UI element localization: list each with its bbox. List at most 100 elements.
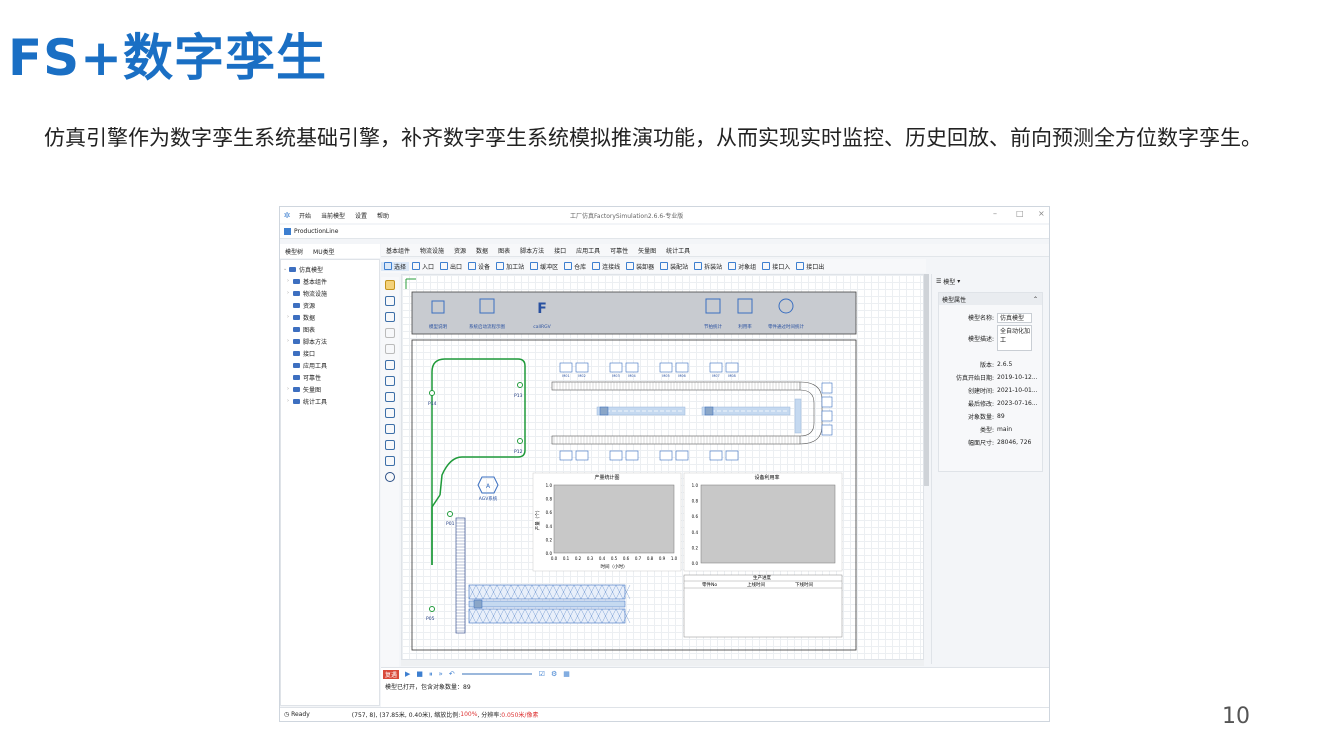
ribbon-tab-data[interactable]: 数据 [471, 246, 493, 255]
move-icon[interactable] [385, 456, 395, 466]
tree-item[interactable]: › 矢量图 [283, 383, 377, 395]
canvas-vertical-scrollbar[interactable] [924, 274, 929, 486]
ribbon-tab-resources[interactable]: 资源 [449, 246, 471, 255]
machine [709, 450, 723, 461]
node-p14[interactable] [429, 390, 435, 396]
rgv-vehicle[interactable] [599, 406, 609, 416]
model-name-label: 模型名称: [967, 315, 994, 322]
table-icon[interactable]: ▦ [563, 670, 570, 678]
rgv-vehicle[interactable] [704, 406, 714, 416]
menu-help[interactable]: 帮助 [372, 211, 394, 220]
node-p12[interactable] [517, 438, 523, 444]
undo-icon[interactable]: ↶ [449, 670, 455, 678]
tree-item[interactable]: › 脚本方法 [283, 335, 377, 347]
ribbon-tab-stats[interactable]: 统计工具 [661, 246, 695, 255]
document-icon[interactable] [385, 424, 395, 434]
step-icon[interactable]: ⏸ [429, 670, 433, 679]
menu-current-model[interactable]: 当前模型 [316, 211, 350, 220]
stacker-crane[interactable] [473, 599, 483, 609]
save-as-icon[interactable] [385, 312, 395, 322]
panel-view-selector[interactable]: ☰ 模型 ▾ [932, 274, 1049, 288]
tree-item-root[interactable]: ⌄ 仿真模型 [283, 263, 377, 275]
tool-buffer[interactable]: 缓冲区 [527, 262, 561, 271]
machine [609, 362, 623, 373]
ribbon-tab-scripts[interactable]: 脚本方法 [515, 246, 549, 255]
tool-equipment[interactable]: 设备 [465, 262, 493, 271]
settings-icon[interactable] [385, 360, 395, 370]
checkbox-icon[interactable]: ☑ [539, 670, 545, 678]
play-icon[interactable]: ▶ [405, 670, 410, 678]
x-axis-label: 时间（小时） [601, 563, 628, 570]
stop-icon[interactable]: ■ [416, 670, 423, 678]
machine [675, 450, 689, 461]
save-icon[interactable] [385, 296, 395, 306]
menu-start[interactable]: 开始 [294, 211, 316, 220]
tab-model-tree[interactable]: 模型树 [280, 247, 308, 256]
tab-mu-types[interactable]: MU类型 [308, 247, 340, 256]
project-tab[interactable]: ProductionLine [280, 225, 1049, 239]
calculator-icon[interactable] [385, 392, 395, 402]
machine [625, 362, 639, 373]
tool-exit[interactable]: 出口 [437, 262, 465, 271]
ribbon-tab-reliability[interactable]: 可靠性 [605, 246, 633, 255]
conveyor-top[interactable] [551, 381, 801, 391]
agv-system[interactable]: A AGV系统 [477, 476, 499, 502]
tree-item[interactable]: 图表 [283, 323, 377, 335]
tree-item[interactable]: › 基本组件 [283, 275, 377, 287]
machine-label: M01 [562, 374, 569, 378]
grid-icon[interactable] [385, 440, 395, 450]
ribbon-tab-basic[interactable]: 基本组件 [381, 246, 415, 255]
model-canvas[interactable]: 模型说明 系统启动流程示图 FcallRGV 节拍统计 利用率 零件通过时间统计… [401, 274, 924, 660]
power-icon[interactable] [385, 472, 395, 482]
tree-item[interactable]: 资源 [283, 299, 377, 311]
conveyor-curve [799, 381, 823, 445]
tool-loader[interactable]: 装卸器 [623, 262, 657, 271]
tool-warehouse[interactable]: 仓库 [561, 262, 589, 271]
tool-group[interactable]: 对象组 [725, 262, 759, 271]
table-header: 零件No [702, 581, 717, 588]
ribbon-tab-charts[interactable]: 图表 [493, 246, 515, 255]
fast-forward-icon[interactable]: » [439, 670, 443, 678]
tool-workstation[interactable]: 加工站 [493, 262, 527, 271]
resolution-value: 0.050米/像素 [501, 712, 539, 719]
tool-entrance[interactable]: 入口 [409, 262, 437, 271]
panel-icon[interactable] [385, 376, 395, 386]
canvas-horizontal-scrollbar[interactable] [401, 660, 924, 666]
globe-icon[interactable] [385, 408, 395, 418]
speed-slider[interactable] [461, 673, 532, 675]
tree-item[interactable]: 接口 [283, 347, 377, 359]
menu-settings[interactable]: 设置 [350, 211, 372, 220]
model-desc-field[interactable]: 全自动化加工 [997, 325, 1032, 351]
tool-assembly[interactable]: 装配站 [657, 262, 691, 271]
ribbon-tab-apptools[interactable]: 应用工具 [571, 246, 605, 255]
vertical-conveyor[interactable] [455, 517, 466, 634]
reset-button[interactable]: 复遇 [383, 669, 400, 679]
minimize-icon[interactable]: – [993, 209, 997, 218]
camera-icon[interactable] [385, 344, 395, 354]
node-p13[interactable] [517, 382, 523, 388]
model-name-field[interactable]: 仿真模型 [997, 312, 1032, 323]
tree-item[interactable]: › 数据 [283, 311, 377, 323]
y-tick-label: 0.8 [546, 497, 553, 502]
tree-item[interactable]: › 物流设施 [283, 287, 377, 299]
tree-item[interactable]: 应用工具 [283, 359, 377, 371]
tool-disassembly[interactable]: 拆装站 [691, 262, 725, 271]
ribbon-tab-logistics[interactable]: 物流设施 [415, 246, 449, 255]
ribbon-tab-interface[interactable]: 接口 [549, 246, 571, 255]
lock-icon[interactable] [385, 280, 395, 290]
delete-icon[interactable] [385, 328, 395, 338]
settings-icon[interactable]: ⚙ [551, 670, 557, 678]
conveyor-bottom[interactable] [551, 435, 801, 445]
close-icon[interactable]: × [1038, 209, 1045, 218]
tool-port-out[interactable]: 接口出 [793, 262, 827, 271]
tree-item[interactable]: › 统计工具 [283, 395, 377, 407]
maximize-icon[interactable]: □ [1016, 209, 1024, 218]
node-p05[interactable] [429, 606, 435, 612]
tool-port-in[interactable]: 接口入 [759, 262, 793, 271]
section-header[interactable]: 模型属性 ⌃ [939, 293, 1042, 305]
tool-select[interactable]: 选择 [381, 261, 410, 271]
node-p01[interactable] [447, 511, 453, 517]
tree-item[interactable]: 可靠性 [283, 371, 377, 383]
ribbon-tab-vector[interactable]: 矢量图 [633, 246, 661, 255]
tool-connector[interactable]: 连接线 [589, 262, 623, 271]
